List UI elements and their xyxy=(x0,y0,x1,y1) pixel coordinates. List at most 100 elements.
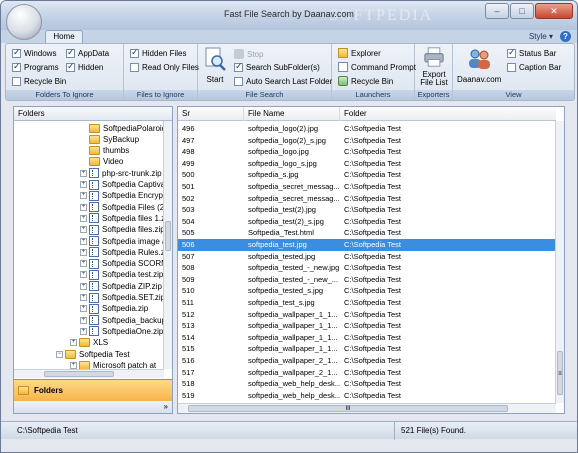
close-button[interactable]: ✕ xyxy=(535,3,573,19)
expander-icon[interactable]: + xyxy=(80,226,87,234)
scroll-thumb[interactable] xyxy=(44,371,114,377)
tree-item[interactable]: + Softpedia_backup xyxy=(80,314,164,326)
tree-item[interactable]: + Softpedia image a xyxy=(80,235,164,247)
tree-item[interactable]: thumbs xyxy=(80,145,129,157)
tree-item[interactable]: + Softpedia ZIP.zip xyxy=(80,280,162,292)
expander-icon[interactable]: + xyxy=(80,214,87,222)
recycle-bin-ignore-checkbox[interactable]: Recycle Bin xyxy=(12,77,66,86)
read-only-files-checkbox[interactable]: Read Only Files xyxy=(130,63,199,72)
table-row[interactable]: 504 softpedia_test(2)_s.jpg C:\Softpedia T… xyxy=(178,216,556,228)
expander-icon[interactable]: + xyxy=(80,203,87,211)
expander-icon[interactable]: + xyxy=(80,271,87,279)
column-sr[interactable]: Sr xyxy=(178,107,244,121)
tree-item[interactable]: + Softpedia.zip xyxy=(80,303,148,315)
style-menu[interactable]: Style ▾ xyxy=(529,32,553,41)
caption-bar-checkbox[interactable]: Caption Bar xyxy=(507,63,561,72)
tree-item[interactable]: + Softpedia Encrypt xyxy=(80,190,164,202)
tree-item[interactable]: + XLS xyxy=(70,337,108,349)
expander-icon[interactable]: + xyxy=(80,282,87,290)
windows-checkbox[interactable]: Windows xyxy=(12,47,56,58)
table-row[interactable]: 501 softpedia_secret_messag... C:\Softpedi… xyxy=(178,181,556,193)
tree-item[interactable]: + Softpedia files 1.zi xyxy=(80,212,164,224)
nav-pane-chevron[interactable]: » xyxy=(14,401,172,413)
recycle-bin-button[interactable]: Recycle Bin xyxy=(338,76,393,86)
scroll-thumb[interactable] xyxy=(165,221,171,251)
tree-item[interactable]: + Softpedia test.zip xyxy=(80,269,163,281)
tree-item[interactable]: + Softpedia files.zip xyxy=(80,224,164,236)
status-bar-checkbox[interactable]: Status Bar xyxy=(507,47,556,58)
command-prompt-button[interactable]: Command Prompt xyxy=(338,62,416,72)
tree-item[interactable]: SoftpediaPolaroid xyxy=(80,122,164,134)
tree-item[interactable]: + Microsoft patch at xyxy=(70,359,156,369)
tree-item[interactable]: + Softpedia Files (2) xyxy=(80,201,164,213)
column-folder[interactable]: Folder xyxy=(340,107,556,121)
maximize-button[interactable]: □ xyxy=(510,3,534,19)
programs-checkbox[interactable]: Programs xyxy=(12,61,59,72)
hidden-checkbox[interactable]: Hidden xyxy=(66,61,103,72)
stop-button[interactable]: Stop xyxy=(234,49,263,59)
tree-item[interactable]: + Softpedia Captiva xyxy=(80,179,164,191)
tree-item[interactable]: + Softpedia.SET.zip xyxy=(80,292,164,304)
application-menu-orb[interactable] xyxy=(6,4,42,40)
tree-item[interactable]: SyBackup xyxy=(80,133,139,145)
auto-search-checkbox[interactable]: Auto Search Last Folder xyxy=(234,77,332,86)
table-row[interactable]: 506 softpedia_test.jpg C:\Softpedia Test xyxy=(178,239,556,251)
expander-icon[interactable]: + xyxy=(80,305,87,313)
table-row[interactable]: 503 softpedia_test(2).jpg C:\Softpedia Tes… xyxy=(178,204,556,216)
appdata-checkbox[interactable]: AppData xyxy=(66,47,109,58)
scroll-thumb[interactable]: III xyxy=(188,405,508,412)
expander-icon[interactable]: + xyxy=(70,339,77,347)
tree-item[interactable]: + php-src-trunk.zip xyxy=(80,167,162,179)
table-row[interactable]: 498 softpedia_logo.jpg C:\Softpedia Test xyxy=(178,146,556,158)
table-row[interactable]: 502 softpedia_secret_messag... C:\Softpedi… xyxy=(178,193,556,205)
table-row[interactable]: 507 softpedia_tested.jpg C:\Softpedia Test xyxy=(178,251,556,263)
table-row[interactable]: 514 softpedia_wallpaper_1_1... C:\Softpedi… xyxy=(178,332,556,344)
table-row[interactable]: 512 softpedia_wallpaper_1_1... C:\Softpedi… xyxy=(178,309,556,321)
expander-icon[interactable]: − xyxy=(56,350,63,358)
expander-icon[interactable]: + xyxy=(80,181,87,188)
table-row[interactable]: 515 softpedia_wallpaper_1_1... C:\Softpedi… xyxy=(178,343,556,355)
export-file-list-button[interactable]: Export File List xyxy=(417,47,451,87)
search-subfolders-checkbox[interactable]: Search SubFolder(s) xyxy=(234,61,320,72)
tree-item[interactable]: + Softpedia Rules.zi xyxy=(80,246,164,258)
table-row[interactable]: 505 Softpedia_Test.html C:\Softpedia Test xyxy=(178,227,556,239)
table-row[interactable]: 500 softpedia_s.jpg C:\Softpedia Test xyxy=(178,169,556,181)
tree-item[interactable]: + SoftpediaOne.zip xyxy=(80,325,163,337)
expander-icon[interactable]: + xyxy=(80,260,87,268)
tree-item[interactable]: + Softpedia SCORM xyxy=(80,258,164,270)
expander-icon[interactable]: + xyxy=(80,294,87,301)
folder-tree[interactable]: SoftpediaPolaroid SyBackup thumbs Video + php… xyxy=(14,121,164,369)
list-horizontal-scrollbar[interactable]: III xyxy=(178,403,556,413)
tree-item[interactable]: Video xyxy=(80,156,123,168)
table-row[interactable]: 510 softpedia_tested_s.jpg C:\Softpedia Te… xyxy=(178,285,556,297)
expander-icon[interactable]: + xyxy=(80,237,87,245)
table-row[interactable]: 509 softpedia_tested_-_new_... C:\Softpedi… xyxy=(178,274,556,286)
minimize-button[interactable]: – xyxy=(485,3,509,19)
tree-item[interactable]: − Softpedia Test xyxy=(56,348,130,360)
start-button[interactable]: Start xyxy=(202,47,228,84)
folders-nav-button[interactable]: Folders xyxy=(14,379,172,401)
table-row[interactable]: 499 softpedia_logo_s.jpg C:\Softpedia Test xyxy=(178,158,556,170)
table-row[interactable]: 518 softpedia_web_help_desk... C:\Softpedi… xyxy=(178,378,556,390)
table-row[interactable]: 511 softpedia_test_s.jpg C:\Softpedia Test xyxy=(178,297,556,309)
help-icon[interactable]: ? xyxy=(560,31,571,42)
tree-vertical-scrollbar[interactable] xyxy=(163,121,172,369)
table-row[interactable]: 519 softpedia_web_help_desk... C:\Softpedi… xyxy=(178,390,556,402)
daanav-button[interactable]: Daanav.com xyxy=(457,47,501,84)
list-vertical-scrollbar[interactable]: ≡ xyxy=(555,121,564,403)
expander-icon[interactable]: + xyxy=(70,361,77,369)
expander-icon[interactable]: + xyxy=(80,316,87,324)
tree-horizontal-scrollbar[interactable] xyxy=(14,369,164,378)
table-row[interactable]: 508 softpedia_tested_-_new.jpg C:\Softpedi… xyxy=(178,262,556,274)
table-row[interactable]: 517 softpedia_wallpaper_2_1... C:\Softpedi… xyxy=(178,367,556,379)
tab-home[interactable]: Home xyxy=(45,30,83,43)
table-row[interactable]: 497 softpedia_logo(2)_s.jpg C:\Softpedia T… xyxy=(178,135,556,147)
expander-icon[interactable]: + xyxy=(80,327,87,335)
expander-icon[interactable]: + xyxy=(80,169,87,177)
explorer-button[interactable]: Explorer xyxy=(338,48,381,58)
expander-icon[interactable]: + xyxy=(80,248,87,256)
table-row[interactable]: 496 softpedia_logo(2).jpg C:\Softpedia Tes… xyxy=(178,123,556,135)
table-row[interactable]: 516 softpedia_wallpaper_2_1... C:\Softpedi… xyxy=(178,355,556,367)
table-row[interactable]: 513 softpedia_wallpaper_1_1... C:\Softpedi… xyxy=(178,320,556,332)
column-file-name[interactable]: File Name xyxy=(244,107,340,121)
